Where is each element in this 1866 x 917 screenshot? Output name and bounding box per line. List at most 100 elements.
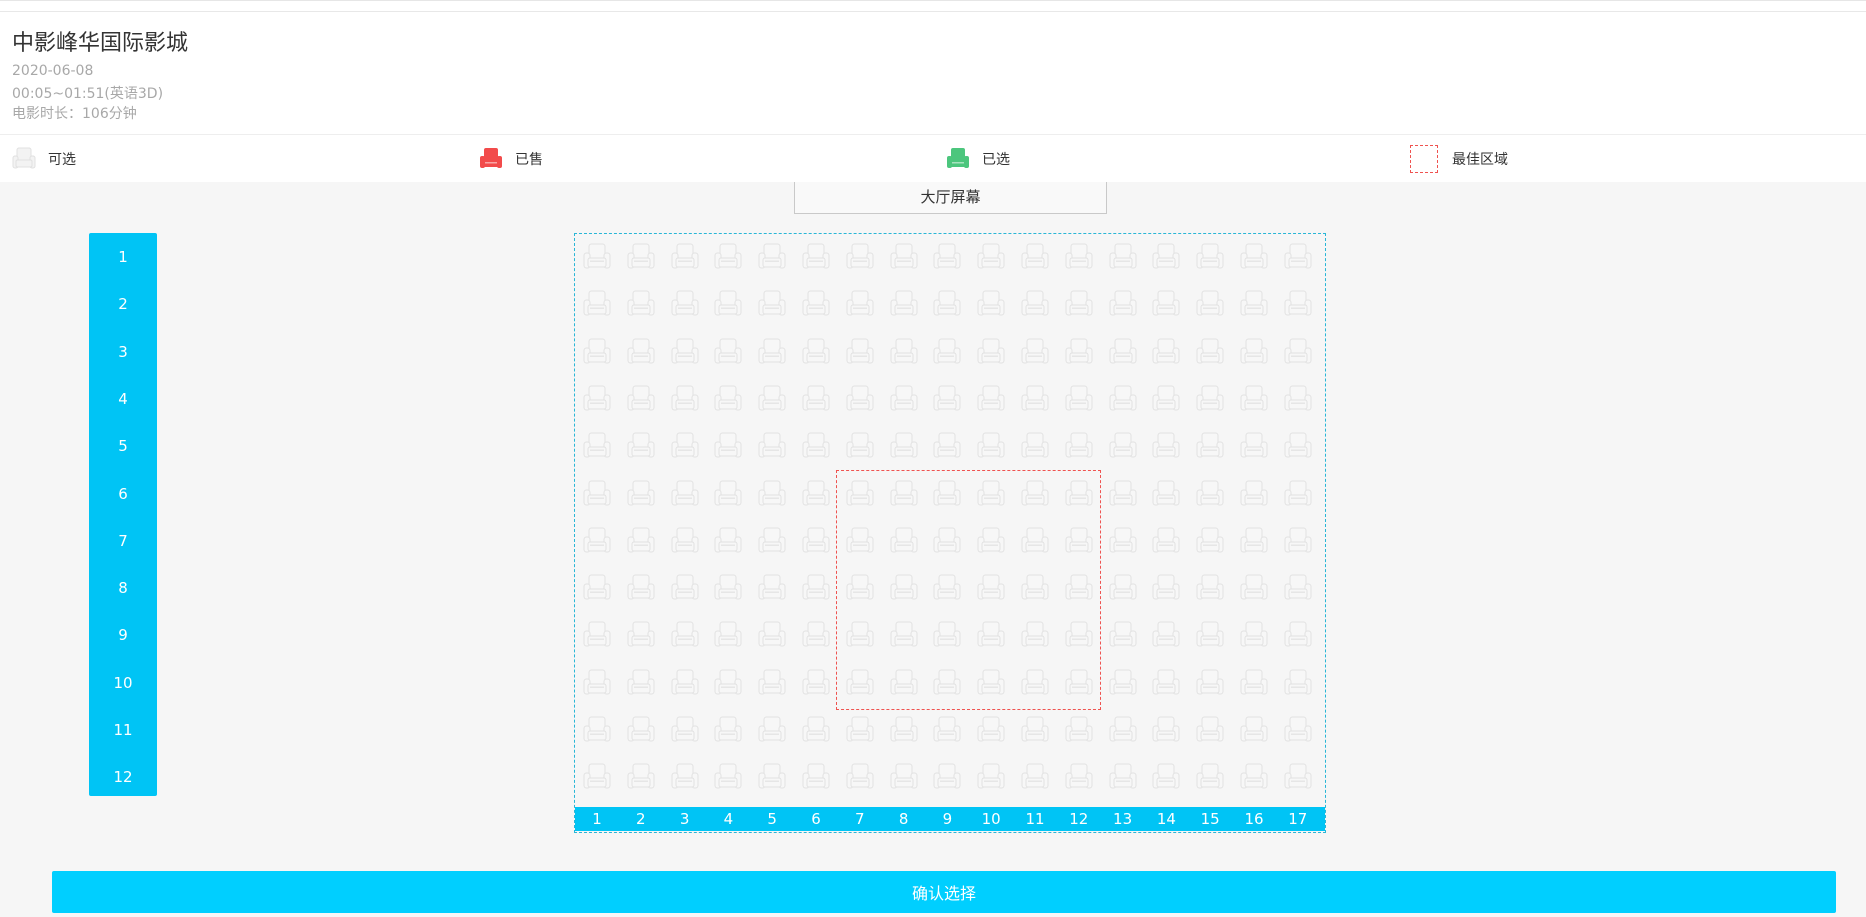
seat-available[interactable]: [887, 240, 921, 274]
seat-available[interactable]: [974, 524, 1008, 558]
seat-available[interactable]: [974, 571, 1008, 605]
seat-available[interactable]: [1018, 571, 1052, 605]
seat-available[interactable]: [799, 571, 833, 605]
seat-available[interactable]: [1106, 335, 1140, 369]
seat-available[interactable]: [799, 429, 833, 463]
seat-available[interactable]: [1018, 240, 1052, 274]
seat-available[interactable]: [1237, 240, 1271, 274]
seat-available[interactable]: [1149, 760, 1183, 794]
seat-available[interactable]: [755, 571, 789, 605]
seat-available[interactable]: [1018, 477, 1052, 511]
seat-available[interactable]: [624, 240, 658, 274]
seat-available[interactable]: [1149, 713, 1183, 747]
seat-available[interactable]: [580, 571, 614, 605]
seat-available[interactable]: [843, 760, 877, 794]
seat-available[interactable]: [799, 618, 833, 652]
seat-available[interactable]: [1149, 666, 1183, 700]
seat-available[interactable]: [930, 571, 964, 605]
seat-available[interactable]: [711, 382, 745, 416]
seat-available[interactable]: [755, 477, 789, 511]
seat-available[interactable]: [843, 524, 877, 558]
seat-available[interactable]: [1193, 477, 1227, 511]
seat-available[interactable]: [1149, 382, 1183, 416]
seat-available[interactable]: [1237, 524, 1271, 558]
seat-available[interactable]: [580, 760, 614, 794]
seat-available[interactable]: [1193, 524, 1227, 558]
seat-available[interactable]: [887, 477, 921, 511]
seat-available[interactable]: [974, 760, 1008, 794]
seat-available[interactable]: [580, 618, 614, 652]
seat-available[interactable]: [755, 713, 789, 747]
seat-available[interactable]: [755, 287, 789, 321]
seat-available[interactable]: [624, 429, 658, 463]
seat-available[interactable]: [711, 618, 745, 652]
seat-available[interactable]: [1281, 571, 1315, 605]
seat-available[interactable]: [887, 760, 921, 794]
seat-available[interactable]: [668, 429, 702, 463]
seat-available[interactable]: [1062, 382, 1096, 416]
seat-available[interactable]: [580, 666, 614, 700]
seat-available[interactable]: [799, 524, 833, 558]
seat-available[interactable]: [580, 335, 614, 369]
seat-available[interactable]: [1018, 382, 1052, 416]
seat-available[interactable]: [1193, 713, 1227, 747]
seat-available[interactable]: [711, 760, 745, 794]
seat-available[interactable]: [668, 382, 702, 416]
seat-available[interactable]: [974, 335, 1008, 369]
seat-available[interactable]: [1281, 618, 1315, 652]
seat-available[interactable]: [668, 287, 702, 321]
seat-available[interactable]: [1018, 618, 1052, 652]
seat-available[interactable]: [1149, 618, 1183, 652]
seat-available[interactable]: [1237, 335, 1271, 369]
seat-available[interactable]: [1149, 335, 1183, 369]
seat-available[interactable]: [580, 287, 614, 321]
seat-available[interactable]: [1018, 760, 1052, 794]
seat-available[interactable]: [624, 287, 658, 321]
seat-available[interactable]: [624, 618, 658, 652]
seat-available[interactable]: [1106, 382, 1140, 416]
seat-available[interactable]: [974, 382, 1008, 416]
seat-available[interactable]: [930, 760, 964, 794]
seat-available[interactable]: [1062, 524, 1096, 558]
seat-available[interactable]: [1106, 429, 1140, 463]
seat-available[interactable]: [974, 287, 1008, 321]
seat-available[interactable]: [887, 571, 921, 605]
seat-available[interactable]: [887, 713, 921, 747]
seat-available[interactable]: [580, 713, 614, 747]
seat-available[interactable]: [1106, 618, 1140, 652]
seat-available[interactable]: [1237, 429, 1271, 463]
confirm-selection-button[interactable]: 确认选择: [52, 871, 1836, 913]
seat-available[interactable]: [1062, 335, 1096, 369]
seat-available[interactable]: [624, 571, 658, 605]
seat-available[interactable]: [1106, 287, 1140, 321]
seat-available[interactable]: [1106, 524, 1140, 558]
seat-available[interactable]: [930, 618, 964, 652]
seat-available[interactable]: [711, 287, 745, 321]
seat-available[interactable]: [930, 382, 964, 416]
seat-available[interactable]: [887, 524, 921, 558]
seat-available[interactable]: [887, 382, 921, 416]
seat-available[interactable]: [799, 335, 833, 369]
seat-available[interactable]: [1193, 335, 1227, 369]
seat-available[interactable]: [1018, 335, 1052, 369]
seat-available[interactable]: [1106, 760, 1140, 794]
seat-available[interactable]: [711, 335, 745, 369]
seat-available[interactable]: [843, 382, 877, 416]
seat-available[interactable]: [1149, 429, 1183, 463]
seat-available[interactable]: [1062, 287, 1096, 321]
seat-available[interactable]: [1237, 713, 1271, 747]
seat-available[interactable]: [1237, 571, 1271, 605]
seat-available[interactable]: [1193, 287, 1227, 321]
seat-available[interactable]: [1106, 477, 1140, 511]
seat-available[interactable]: [711, 477, 745, 511]
seat-available[interactable]: [1062, 571, 1096, 605]
seat-available[interactable]: [1149, 571, 1183, 605]
seat-available[interactable]: [1106, 713, 1140, 747]
seat-available[interactable]: [799, 477, 833, 511]
seat-available[interactable]: [711, 240, 745, 274]
seat-available[interactable]: [799, 287, 833, 321]
seat-available[interactable]: [1237, 666, 1271, 700]
seat-available[interactable]: [799, 382, 833, 416]
seat-available[interactable]: [711, 713, 745, 747]
seat-available[interactable]: [1149, 287, 1183, 321]
